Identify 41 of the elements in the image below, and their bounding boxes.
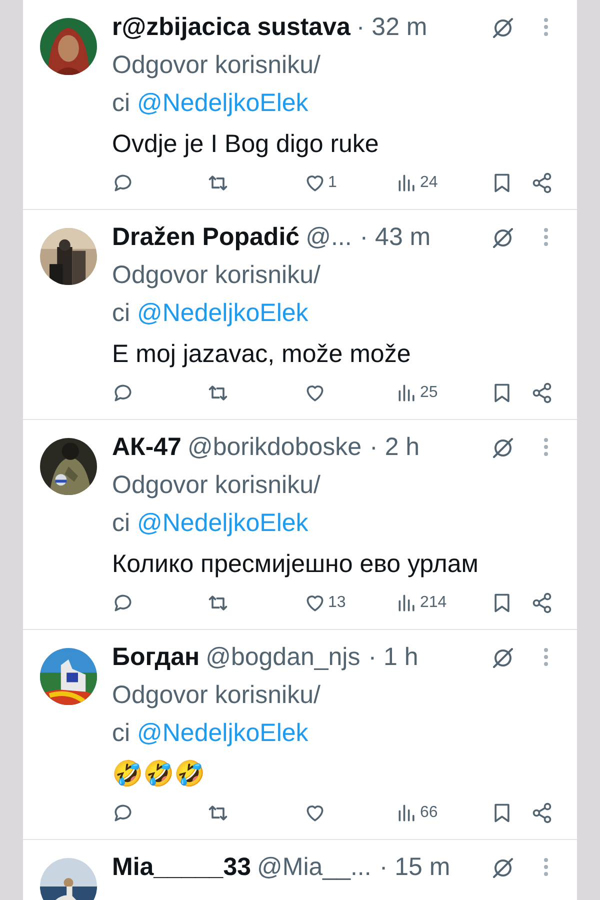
share-icon[interactable] <box>531 802 553 824</box>
post-time[interactable]: · 2 h <box>370 432 420 462</box>
slashed-circle-icon[interactable] <box>491 436 515 460</box>
post-text: 🤣🤣🤣 <box>112 758 206 790</box>
user-name[interactable]: АК-47 <box>112 432 182 462</box>
view-count: 24 <box>420 174 438 192</box>
slashed-circle-icon[interactable] <box>491 226 515 250</box>
post-time[interactable]: · 15 m <box>379 852 450 882</box>
post-text: E moj jazavac, može može <box>112 339 412 370</box>
view-count: 214 <box>420 594 447 612</box>
reply-context: Odgovor korisniku/ ci @NedeljkoElek <box>112 680 322 749</box>
share-icon[interactable] <box>531 172 553 194</box>
reply-icon[interactable] <box>112 592 134 614</box>
slashed-circle-icon[interactable] <box>491 856 515 880</box>
post-time[interactable]: · 43 m <box>360 222 431 252</box>
reply-icon[interactable] <box>112 172 134 194</box>
view-count: 25 <box>420 384 438 402</box>
user-name[interactable]: r@zbijacica sustava <box>112 12 350 42</box>
like-count: 13 <box>328 594 346 612</box>
share-icon[interactable] <box>531 592 553 614</box>
reply-icon[interactable] <box>112 802 134 824</box>
post-time[interactable]: · 1 h <box>368 642 418 672</box>
reply-context: Odgovor korisniku/ ci @NedeljkoElek <box>112 470 322 539</box>
slashed-circle-icon[interactable] <box>491 646 515 670</box>
user-name[interactable]: Dražen Popadić <box>112 222 300 252</box>
slashed-circle-icon[interactable] <box>491 16 515 40</box>
post-text: Колико пресмијешно ево урлам <box>112 549 480 580</box>
reply-context: Odgovor korisniku/ ci @NedeljkoElek <box>112 50 322 119</box>
reply-icon[interactable] <box>112 382 134 404</box>
like-count: 1 <box>328 174 337 192</box>
user-name[interactable]: Mia_____33 <box>112 852 252 882</box>
view-count: 66 <box>420 804 438 822</box>
post-time[interactable]: · 32 m <box>356 12 428 42</box>
user-handle[interactable]: @... <box>306 222 352 252</box>
user-name[interactable]: Богдан <box>112 642 200 672</box>
user-handle[interactable]: @Mia__... <box>257 852 372 882</box>
user-handle[interactable]: @borikdoboske <box>187 432 362 462</box>
share-icon[interactable] <box>531 382 553 404</box>
reply-context: Odgovor korisniku/ ci @NedeljkoElek <box>112 260 322 329</box>
user-handle[interactable]: @bogdan_njs <box>206 642 360 672</box>
post-text: Ovdje je I Bog digo ruke <box>112 129 380 160</box>
